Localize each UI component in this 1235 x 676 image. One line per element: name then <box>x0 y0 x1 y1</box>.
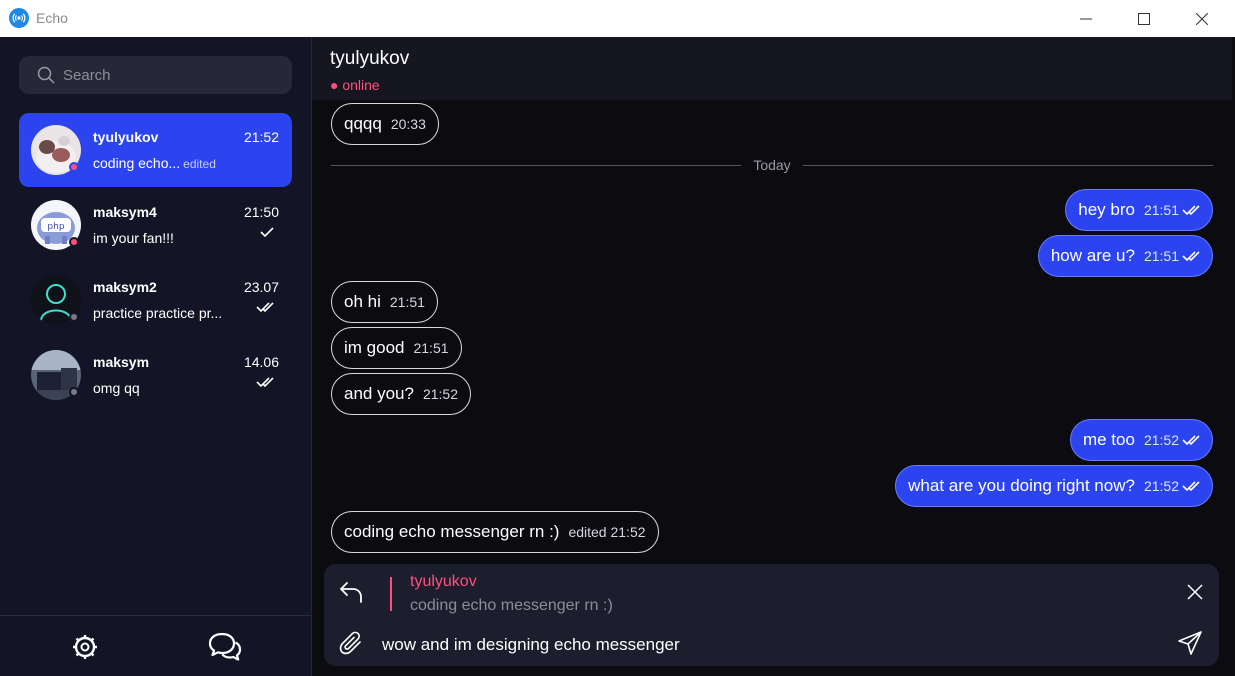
date-divider: Today <box>331 157 1213 173</box>
chat-name: tyulyukov <box>93 129 159 145</box>
app-title: Echo <box>36 10 68 26</box>
chat-name: maksym2 <box>93 279 157 295</box>
message-input[interactable] <box>382 632 1162 658</box>
read-double-check-icon <box>1182 205 1200 216</box>
message-text: what are you doing right now? <box>908 476 1135 495</box>
chat-time: 21:50 <box>243 204 279 220</box>
read-double-check-icon <box>256 302 274 313</box>
message-time: edited 21:52 <box>568 524 646 540</box>
svg-text:php: php <box>47 222 64 232</box>
chat-name: maksym4 <box>93 204 157 220</box>
reply-to-text: coding echo messenger rn :) <box>410 597 613 614</box>
chat-list-item[interactable]: maksym2 23.07 practice practice pr... <box>19 263 292 337</box>
sidebar-footer <box>0 615 311 676</box>
settings-button[interactable] <box>68 630 102 664</box>
outgoing-message[interactable]: me too 21:52 <box>1069 419 1213 461</box>
chat-list-item[interactable]: maksym 14.06 omg qq <box>19 338 292 412</box>
contact-status: ● online <box>330 77 380 93</box>
close-icon <box>1196 12 1208 25</box>
message-text: oh hi <box>344 292 381 311</box>
message-text: im good <box>344 338 405 357</box>
message-time: 20:33 <box>390 116 426 132</box>
search-box[interactable] <box>19 56 292 94</box>
incoming-message[interactable]: coding echo messenger rn :) edited 21:52 <box>331 511 659 553</box>
edited-label: edited <box>183 157 216 171</box>
close-button[interactable] <box>1173 0 1231 37</box>
maximize-icon <box>1138 12 1150 25</box>
outgoing-message[interactable]: how are u? 21:51 <box>1037 235 1213 277</box>
chat-header: tyulyukov ● online <box>312 37 1232 100</box>
chats-button[interactable] <box>208 630 242 664</box>
read-double-check-icon <box>256 377 274 388</box>
chat-preview: im your fan!!! <box>93 230 174 246</box>
incoming-message[interactable]: im good 21:51 <box>331 327 462 369</box>
chat-time: 14.06 <box>243 354 279 370</box>
outgoing-message[interactable]: what are you doing right now? 21:52 <box>895 465 1213 507</box>
message-time: 21:51 <box>1143 202 1179 218</box>
sent-check-icon <box>260 227 274 238</box>
incoming-message[interactable]: qqqq 20:33 <box>331 103 439 145</box>
reply-accent-bar <box>390 577 392 611</box>
read-double-check-icon <box>1182 481 1200 492</box>
chat-preview: omg qq <box>93 380 140 396</box>
message-time: 21:51 <box>413 340 449 356</box>
send-icon[interactable] <box>1177 630 1203 656</box>
cancel-reply-icon[interactable] <box>1187 584 1203 600</box>
offline-status-dot <box>69 387 79 397</box>
settings-icon <box>73 635 97 659</box>
message-text: and you? <box>344 384 414 403</box>
message-time: 21:52 <box>1143 432 1179 448</box>
chat-preview-text: coding echo... <box>93 155 181 171</box>
message-text: me too <box>1082 430 1135 449</box>
attach-icon[interactable] <box>338 630 366 658</box>
reply-to-name: tyulyukov <box>410 573 477 590</box>
outgoing-message[interactable]: hey bro 21:51 <box>1065 189 1213 231</box>
chat-name: maksym <box>93 354 150 370</box>
message-time: 21:51 <box>389 294 425 310</box>
message-time: 21:51 <box>1143 248 1179 264</box>
online-status-dot <box>69 162 79 172</box>
minimize-icon <box>1080 18 1092 19</box>
online-status-dot <box>69 237 79 247</box>
minimize-button[interactable] <box>1057 0 1115 37</box>
message-time: 21:52 <box>1143 478 1179 494</box>
chat-list-item[interactable]: php maksym4 21:50 im your fan!!! <box>19 188 292 262</box>
read-double-check-icon <box>1182 435 1200 446</box>
contact-name: tyulyukov <box>330 48 410 69</box>
search-icon <box>37 66 55 84</box>
incoming-message[interactable]: and you? 21:52 <box>331 373 471 415</box>
offline-status-dot <box>69 312 79 322</box>
chats-icon <box>208 632 242 661</box>
chat-time: 21:52 <box>243 129 279 145</box>
chat-list-item[interactable]: tyulyukov 21:52 coding echo... edited <box>19 113 292 187</box>
message-time: 21:52 <box>422 386 458 402</box>
title-bar: Echo <box>0 0 1235 37</box>
sidebar: tyulyukov 21:52 coding echo...edited php… <box>0 37 312 676</box>
message-text: how are u? <box>1050 246 1135 265</box>
reply-icon <box>340 582 362 603</box>
maximize-button[interactable] <box>1115 0 1173 37</box>
message-text: coding echo messenger rn :) <box>344 522 560 541</box>
chat-time: 23.07 <box>243 279 279 295</box>
chat-panel: tyulyukov ● online qqqq 20:33 Today hey … <box>312 37 1235 676</box>
read-double-check-icon <box>1182 251 1200 262</box>
incoming-message[interactable]: oh hi 21:51 <box>331 281 438 323</box>
message-text: hey bro <box>1078 200 1135 219</box>
message-text: qqqq <box>344 114 382 133</box>
chat-preview: practice practice pr... <box>93 305 223 321</box>
chat-preview: coding echo... edited <box>93 155 216 171</box>
broadcast-icon <box>9 8 29 28</box>
search-input[interactable] <box>63 56 283 94</box>
message-composer: tyulyukov coding echo messenger rn :) <box>324 564 1219 666</box>
